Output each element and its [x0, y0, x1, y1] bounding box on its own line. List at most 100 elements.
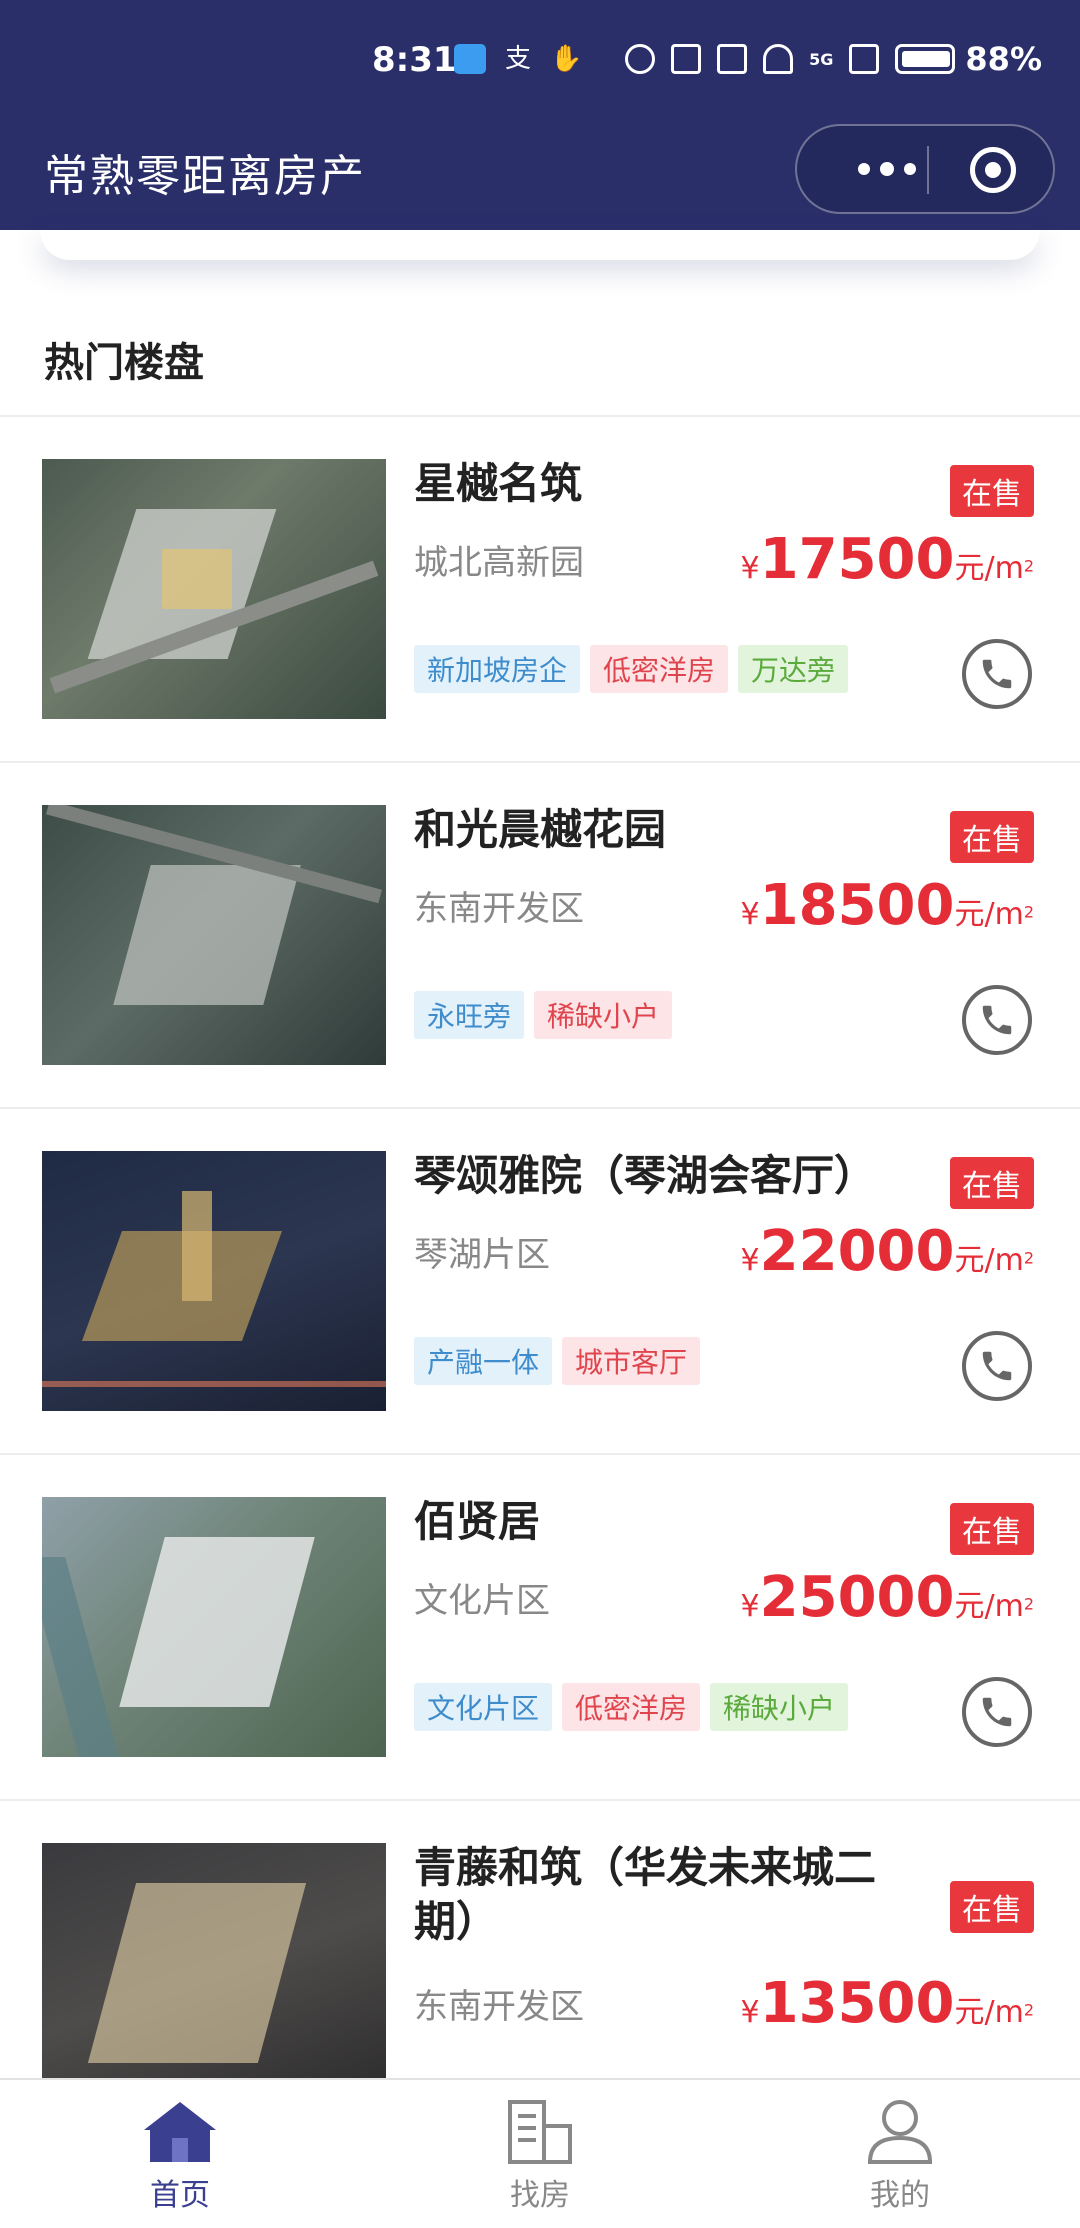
- mute-icon: [717, 44, 748, 74]
- price-unit-sup: 2: [1023, 1594, 1034, 1614]
- battery-percent: 88%: [965, 40, 1042, 78]
- shield-notification-icon: ✋: [550, 44, 583, 74]
- status-badge: 在售: [950, 1881, 1034, 1933]
- listing-tag: 万达旁: [738, 645, 849, 693]
- listing-image[interactable]: [42, 805, 386, 1065]
- listing-tag: 稀缺小户: [534, 991, 673, 1039]
- price-unit: 元/m: [954, 551, 1024, 586]
- status-bar: 8:31 支 ✋ 5G 88%: [0, 0, 1080, 130]
- listing-image[interactable]: [42, 459, 386, 719]
- listing-image[interactable]: [42, 1497, 386, 1757]
- bottom-tab-bar: 首页 找房 我的: [0, 2078, 1080, 2228]
- price-unit: 元/m: [954, 1995, 1024, 2030]
- price-currency: ¥: [740, 1243, 760, 1278]
- status-time: 8:31: [372, 40, 457, 80]
- listing-price: ¥25000元/m2: [741, 1565, 1034, 1630]
- status-notification-icons: 支 ✋: [454, 44, 582, 74]
- tab-find-house[interactable]: 找房: [440, 2098, 640, 2214]
- listing-card[interactable]: 佰贤居 在售 文化片区 ¥25000元/m2 文化片区 低密洋房 稀缺小户: [0, 1455, 1080, 1801]
- listing-list: 星樾名筑 在售 城北高新园 ¥17500元/m2 新加坡房企 低密洋房 万达旁 …: [0, 417, 1080, 2147]
- building-icon: [508, 2100, 572, 2164]
- listing-price: ¥22000元/m2: [741, 1219, 1034, 1284]
- listing-district: 东南开发区: [414, 1987, 584, 2027]
- price-unit: 元/m: [954, 897, 1024, 932]
- price-value: 25000: [759, 1565, 955, 1630]
- listing-card[interactable]: 星樾名筑 在售 城北高新园 ¥17500元/m2 新加坡房企 低密洋房 万达旁: [0, 417, 1080, 763]
- tab-mine[interactable]: 我的: [800, 2098, 1000, 2214]
- status-badge: 在售: [950, 465, 1034, 517]
- price-unit: 元/m: [954, 1243, 1024, 1278]
- price-currency: ¥: [740, 551, 760, 586]
- price-unit-sup: 2: [1023, 902, 1034, 922]
- page-title: 常熟零距离房产: [44, 151, 366, 202]
- listing-name: 青藤和筑（华发未来城二期）: [414, 1843, 877, 1946]
- listing-district: 文化片区: [414, 1581, 550, 1621]
- signal-label: 5G: [809, 49, 834, 69]
- banner-bottom-edge: [40, 230, 1040, 260]
- phone-icon: [982, 1005, 1012, 1035]
- price-currency: ¥: [740, 1589, 760, 1624]
- capsule-divider: [927, 146, 929, 194]
- signal-icon: [849, 44, 880, 74]
- listing-price: ¥13500元/m2: [741, 1971, 1034, 2036]
- price-value: 22000: [759, 1219, 955, 1284]
- phone-call-button[interactable]: [962, 985, 1032, 1055]
- price-unit-sup: 2: [1023, 2000, 1034, 2020]
- price-value: 18500: [759, 873, 955, 938]
- listing-tag: 低密洋房: [590, 645, 729, 693]
- price-currency: ¥: [740, 1995, 760, 2030]
- listing-tag: 文化片区: [414, 1683, 553, 1731]
- listing-district: 琴湖片区: [414, 1235, 550, 1275]
- alipay-notification-icon: 支: [504, 44, 531, 74]
- battery-indicator: 88%: [895, 40, 1042, 78]
- price-currency: ¥: [740, 897, 760, 932]
- mini-program-capsule: [795, 124, 1055, 214]
- battery-icon: [895, 44, 956, 74]
- phone-icon: [982, 659, 1012, 689]
- more-dots-icon[interactable]: [837, 126, 937, 212]
- status-system-icons: 5G 88%: [625, 40, 1042, 78]
- listing-tags: 永旺旁 稀缺小户: [414, 991, 673, 1039]
- listing-tag: 新加坡房企: [414, 645, 581, 693]
- status-badge: 在售: [950, 1157, 1034, 1209]
- price-value: 13500: [759, 1971, 955, 2036]
- listing-tags: 新加坡房企 低密洋房 万达旁: [414, 645, 849, 693]
- price-unit-sup: 2: [1023, 556, 1034, 576]
- listing-tag: 永旺旁: [414, 991, 525, 1039]
- listing-district: 城北高新园: [414, 543, 584, 583]
- listing-name: 星樾名筑: [414, 459, 583, 508]
- price-value: 17500: [759, 527, 955, 592]
- listing-name: 和光晨樾花园: [414, 805, 667, 854]
- listing-tags: 产融一体 城市客厅: [414, 1337, 701, 1385]
- price-unit: 元/m: [954, 1589, 1024, 1624]
- listing-name: 佰贤居: [414, 1497, 541, 1546]
- mini-program-navbar: 常熟零距离房产: [0, 124, 1080, 230]
- section-title: 热门楼盘: [44, 340, 204, 386]
- listing-name: 琴颂雅院（琴湖会客厅）: [414, 1151, 877, 1200]
- listing-district: 东南开发区: [414, 889, 584, 929]
- phone-call-button[interactable]: [962, 1331, 1032, 1401]
- phone-call-button[interactable]: [962, 639, 1032, 709]
- listing-image[interactable]: [42, 1843, 386, 2103]
- alarm-icon: [625, 44, 656, 74]
- bluetooth-icon: [671, 44, 702, 74]
- listing-tag: 稀缺小户: [710, 1683, 849, 1731]
- listing-tag: 产融一体: [414, 1337, 553, 1385]
- listing-price: ¥18500元/m2: [741, 873, 1034, 938]
- phone-icon: [982, 1697, 1012, 1727]
- phone-icon: [982, 1351, 1012, 1381]
- price-unit-sup: 2: [1023, 1248, 1034, 1268]
- tab-home[interactable]: 首页: [80, 2098, 280, 2214]
- target-icon[interactable]: [970, 147, 1016, 193]
- listing-card[interactable]: 琴颂雅院（琴湖会客厅） 在售 琴湖片区 ¥22000元/m2 产融一体 城市客厅: [0, 1109, 1080, 1455]
- app-notification-icon: [454, 44, 486, 74]
- listing-price: ¥17500元/m2: [741, 527, 1034, 592]
- wifi-icon: [763, 44, 794, 74]
- listing-card[interactable]: 和光晨樾花园 在售 东南开发区 ¥18500元/m2 永旺旁 稀缺小户: [0, 763, 1080, 1109]
- tab-label: 找房: [510, 2178, 570, 2213]
- tab-label: 我的: [870, 2178, 930, 2213]
- home-icon: [144, 2102, 216, 2162]
- listing-image[interactable]: [42, 1151, 386, 1411]
- phone-call-button[interactable]: [962, 1677, 1032, 1747]
- listing-tag: 低密洋房: [562, 1683, 701, 1731]
